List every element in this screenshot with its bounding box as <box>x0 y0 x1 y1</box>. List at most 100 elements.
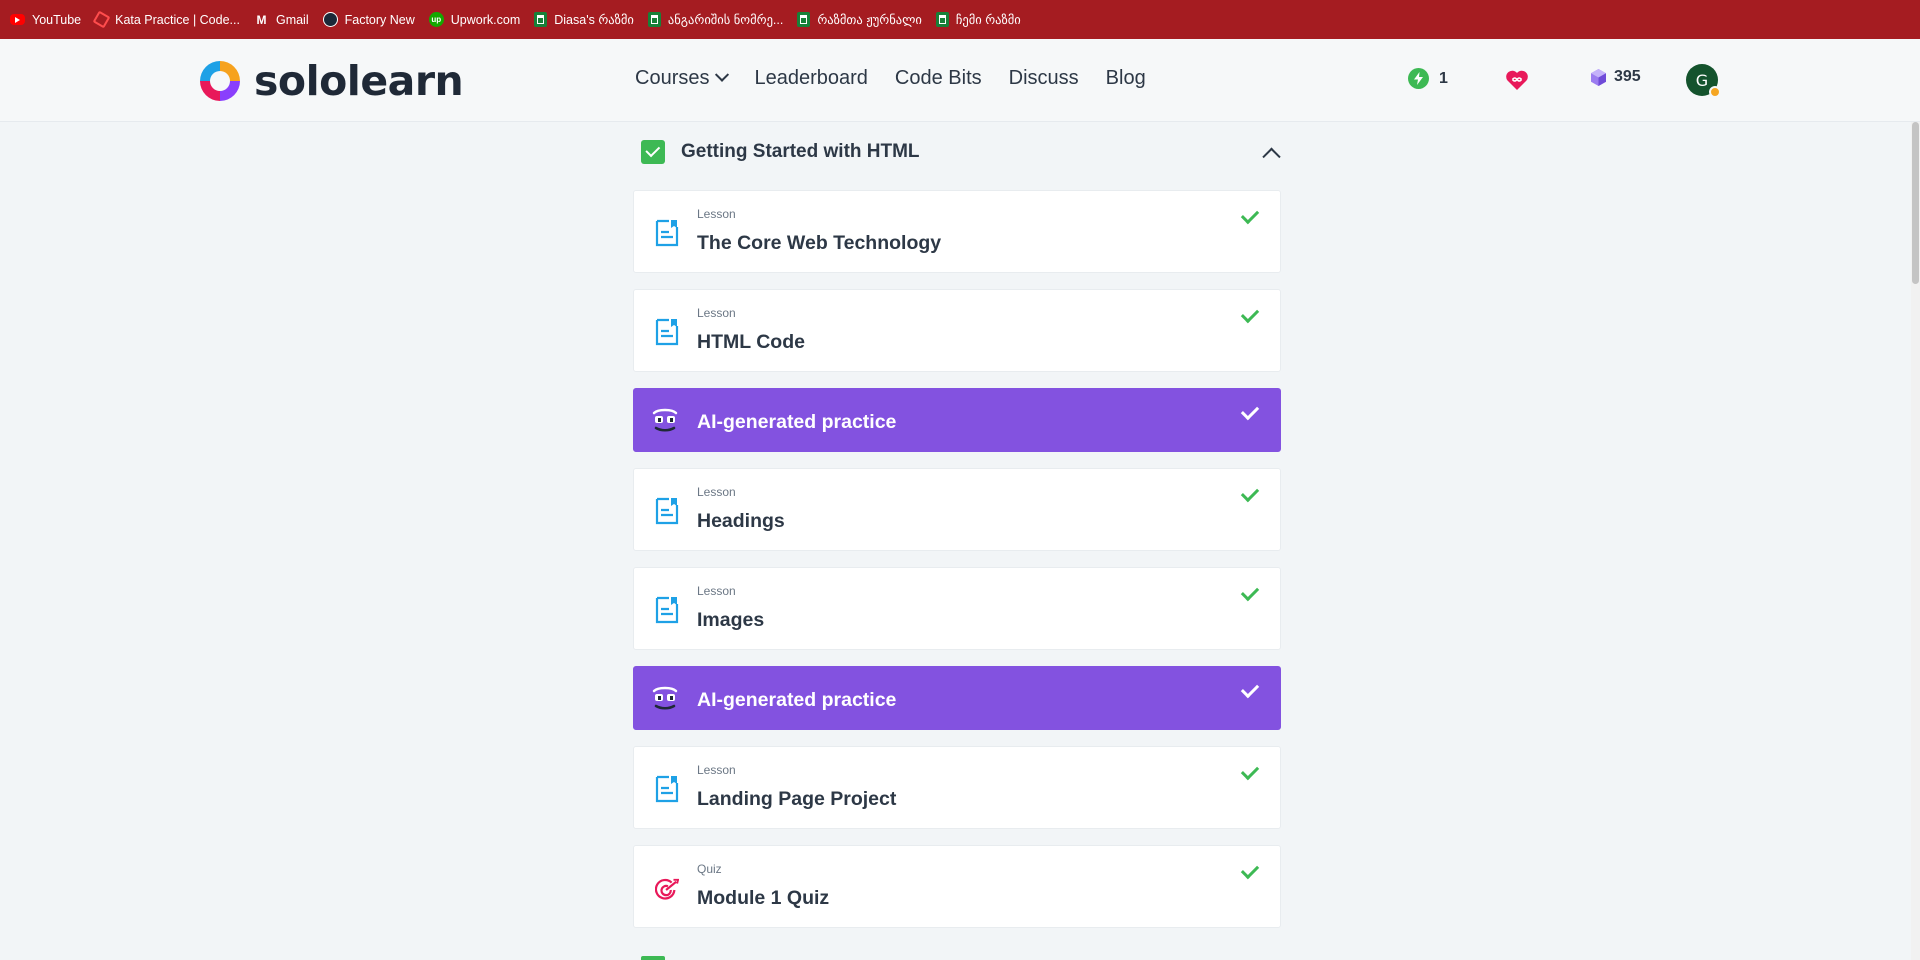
nav-label: Blog <box>1105 67 1146 89</box>
check-icon <box>1238 403 1260 425</box>
nav-code-bits[interactable]: Code Bits <box>895 67 982 90</box>
lesson-card[interactable]: Lesson Images <box>633 567 1281 650</box>
bookmark-label: რაზმთა ჟურნალი <box>817 13 922 27</box>
lesson-document-icon <box>655 219 679 247</box>
sheets-icon <box>534 12 548 27</box>
lesson-card[interactable]: Lesson HTML Code <box>633 289 1281 372</box>
module-title: Getting Started with HTML <box>681 141 920 162</box>
steam-icon <box>322 12 338 27</box>
bookmark-label: ჩემი რაზმი <box>955 13 1021 27</box>
nav-label: Courses <box>635 67 710 89</box>
quiz-card[interactable]: Quiz Module 1 Quiz <box>633 845 1281 928</box>
lesson-card[interactable]: Lesson The Core Web Technology <box>633 190 1281 273</box>
ai-practice-card[interactable]: AI-generated practice <box>633 666 1281 730</box>
bookmark-gmail[interactable]: M Gmail <box>254 12 309 27</box>
next-module-check-icon <box>641 956 665 960</box>
sheets-icon <box>647 12 661 27</box>
item-title: Module 1 Quiz <box>697 887 830 909</box>
youtube-icon <box>10 14 25 25</box>
bookmark-label: Kata Practice | Code... <box>115 12 240 27</box>
lesson-card[interactable]: Lesson Landing Page Project <box>633 746 1281 829</box>
item-title: Landing Page Project <box>697 788 897 810</box>
bookmark-sheet-2[interactable]: ანგარიშის ნომრე... <box>647 12 784 27</box>
check-icon <box>1238 681 1260 703</box>
sheets-icon <box>935 12 949 27</box>
bookmark-label: Upwork.com <box>450 12 521 27</box>
item-title: AI-generated practice <box>697 689 897 711</box>
lesson-document-icon <box>655 497 679 525</box>
item-type: Lesson <box>697 207 736 221</box>
user-avatar[interactable]: G <box>1686 64 1721 98</box>
gems-counter[interactable]: 395 <box>1591 68 1641 86</box>
logo-text: sololearn <box>254 57 464 105</box>
check-icon <box>1238 763 1260 785</box>
lesson-card[interactable]: Lesson Headings <box>633 468 1281 551</box>
bookmark-factory-new[interactable]: Factory New <box>322 12 415 27</box>
bookmark-sheet-3[interactable]: რაზმთა ჟურნალი <box>797 12 922 27</box>
bookmark-label: ანგარიშის ნომრე... <box>667 13 784 27</box>
bookmark-label: Factory New <box>344 12 415 27</box>
nav-leaderboard[interactable]: Leaderboard <box>754 67 867 90</box>
item-title: Images <box>697 609 765 631</box>
sheets-icon <box>797 12 811 27</box>
streak-counter[interactable]: 1 <box>1408 68 1448 89</box>
heart-infinity-icon <box>1506 70 1528 90</box>
item-type: Quiz <box>697 862 722 876</box>
nav-label: Leaderboard <box>754 67 868 89</box>
gmail-icon: M <box>256 12 267 27</box>
quiz-target-icon <box>655 878 679 900</box>
bolt-icon <box>1408 68 1429 89</box>
item-type: Lesson <box>697 306 736 320</box>
check-icon <box>1238 306 1260 328</box>
scrollbar-thumb[interactable] <box>1912 122 1919 284</box>
item-title: Headings <box>697 510 785 532</box>
nav-label: Code Bits <box>894 67 982 89</box>
streak-value: 1 <box>1439 69 1448 87</box>
bookmark-sheet-1[interactable]: Diasa's რაზმი <box>534 12 634 27</box>
check-icon <box>1238 584 1260 606</box>
ai-mascot-icon <box>652 686 678 710</box>
chevron-down-icon <box>715 67 730 82</box>
sololearn-logo[interactable]: sololearn <box>196 57 464 105</box>
lesson-document-icon <box>655 596 679 624</box>
module-header[interactable]: Getting Started with HTML <box>641 140 1281 164</box>
bookmark-youtube[interactable]: YouTube <box>10 13 81 27</box>
lesson-document-icon <box>655 318 679 346</box>
item-type: Lesson <box>697 485 736 499</box>
gems-value: 395 <box>1614 68 1641 85</box>
bookmark-kata[interactable]: Kata Practice | Code... <box>92 10 240 29</box>
item-title: HTML Code <box>697 331 805 353</box>
bookmark-upwork[interactable]: up Upwork.com <box>428 12 521 27</box>
lesson-document-icon <box>655 775 679 803</box>
check-icon <box>1238 862 1260 884</box>
module-complete-check-icon <box>641 140 665 164</box>
bookmark-label: Diasa's რაზმი <box>554 13 634 27</box>
page-scrollbar[interactable] <box>1911 122 1920 960</box>
bookmarks-bar: YouTube Kata Practice | Code... M Gmail F… <box>0 0 1920 39</box>
ai-practice-card[interactable]: AI-generated practice <box>633 388 1281 452</box>
hearts-indicator[interactable] <box>1505 69 1529 91</box>
chevron-up-icon[interactable] <box>1261 142 1281 162</box>
upwork-icon: up <box>428 12 444 27</box>
check-icon <box>1238 485 1260 507</box>
item-type: Lesson <box>697 584 736 598</box>
ai-mascot-icon <box>652 408 678 432</box>
bookmark-label: Gmail <box>275 12 309 27</box>
nav-courses[interactable]: Courses <box>635 67 730 90</box>
gem-icon <box>1591 68 1606 86</box>
item-title: AI-generated practice <box>697 411 897 433</box>
main-nav: Courses Leaderboard Code Bits Discuss Bl… <box>635 67 1173 90</box>
bookmark-label: YouTube <box>32 12 82 27</box>
bookmark-sheet-4[interactable]: ჩემი რაზმი <box>935 12 1021 27</box>
nav-blog[interactable]: Blog <box>1106 67 1146 90</box>
sololearn-logo-icon <box>200 61 240 101</box>
avatar-letter: G <box>1695 70 1709 90</box>
item-type: Lesson <box>697 763 736 777</box>
nav-discuss[interactable]: Discuss <box>1009 67 1079 90</box>
avatar-status-badge <box>1709 86 1721 98</box>
site-header: sololearn Courses Leaderboard Code Bits … <box>0 39 1920 122</box>
codewars-icon <box>92 10 111 29</box>
item-title: The Core Web Technology <box>697 232 942 254</box>
check-icon <box>1238 207 1260 229</box>
lesson-list: Lesson The Core Web Technology Lesson HT… <box>633 190 1281 944</box>
